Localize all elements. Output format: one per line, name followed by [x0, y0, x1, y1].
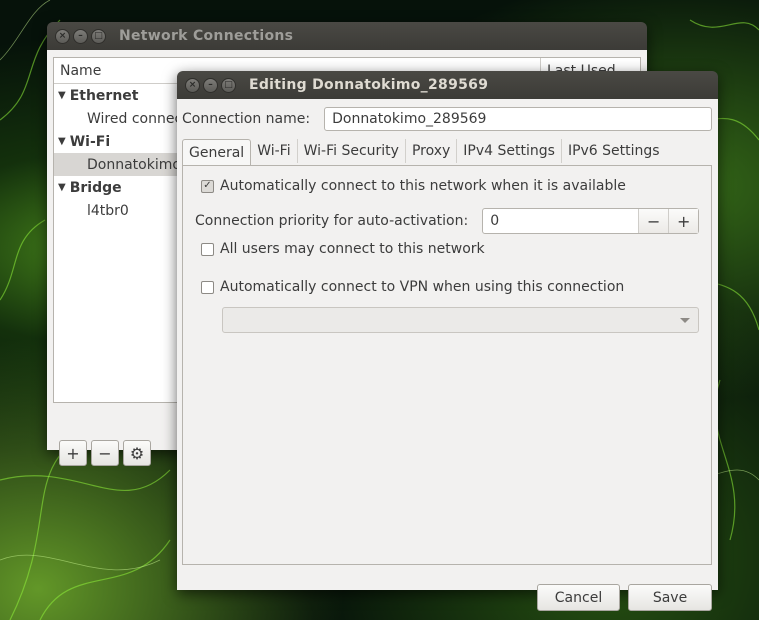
maximize-window-button[interactable]: □	[221, 77, 236, 93]
chevron-down-icon	[680, 318, 690, 323]
tab-wifi-security[interactable]: Wi-Fi Security	[298, 139, 406, 163]
editing-connection-window: × – □ Editing Donnatokimo_289569 Connect…	[177, 71, 718, 611]
titlebar: × – □ Editing Donnatokimo_289569	[177, 71, 718, 99]
maximize-window-button[interactable]: □	[91, 28, 106, 44]
vpn-select-dropdown[interactable]	[222, 307, 699, 333]
checkbox-box	[201, 242, 214, 256]
cancel-button[interactable]: Cancel	[537, 584, 620, 611]
priority-spinbutton: 0 − +	[482, 208, 700, 234]
tab-proxy[interactable]: Proxy	[406, 139, 458, 163]
settings-tabs: General Wi-Fi Wi-Fi Security Proxy IPv4 …	[182, 139, 666, 166]
minimize-window-button[interactable]: –	[73, 28, 88, 44]
tab-ipv4-settings[interactable]: IPv4 Settings	[457, 139, 562, 163]
window-title: Network Connections	[119, 28, 294, 44]
general-panel: ✓ Automatically connect to this network …	[182, 165, 712, 565]
close-window-button[interactable]: ×	[55, 28, 70, 44]
priority-input[interactable]: 0	[483, 209, 640, 233]
add-connection-button[interactable]: +	[59, 440, 87, 466]
vpn-auto-connect-checkbox[interactable]: Automatically connect to VPN when using …	[201, 279, 624, 295]
settings-gear-icon[interactable]: ⚙	[123, 440, 151, 466]
checkmark-icon: ✓	[201, 179, 214, 193]
tab-ipv6-settings[interactable]: IPv6 Settings	[562, 139, 666, 163]
auto-connect-checkbox[interactable]: ✓ Automatically connect to this network …	[201, 178, 626, 194]
tab-wifi[interactable]: Wi-Fi	[251, 139, 298, 163]
decrement-button[interactable]: −	[639, 209, 669, 233]
connection-name-input[interactable]: Donnatokimo_289569	[324, 107, 712, 131]
expander-icon: ▼	[58, 136, 66, 147]
expander-icon: ▼	[58, 90, 66, 101]
list-toolbar: + − ⚙	[59, 440, 155, 466]
expander-icon: ▼	[58, 182, 66, 193]
column-name[interactable]: Name	[60, 63, 101, 79]
close-window-button[interactable]: ×	[185, 77, 200, 93]
window-title: Editing Donnatokimo_289569	[249, 77, 489, 93]
tab-general[interactable]: General	[182, 139, 252, 166]
remove-connection-button[interactable]: −	[91, 440, 119, 466]
priority-row: Connection priority for auto-activation:…	[195, 208, 700, 234]
priority-label: Connection priority for auto-activation:	[195, 213, 469, 229]
all-users-checkbox[interactable]: All users may connect to this network	[201, 241, 485, 257]
save-button[interactable]: Save	[628, 584, 712, 611]
checkbox-box	[201, 280, 214, 294]
increment-button[interactable]: +	[668, 209, 699, 233]
connection-name-label: Connection name:	[182, 111, 311, 127]
minimize-window-button[interactable]: –	[203, 77, 218, 93]
titlebar: × – □ Network Connections	[47, 22, 647, 50]
